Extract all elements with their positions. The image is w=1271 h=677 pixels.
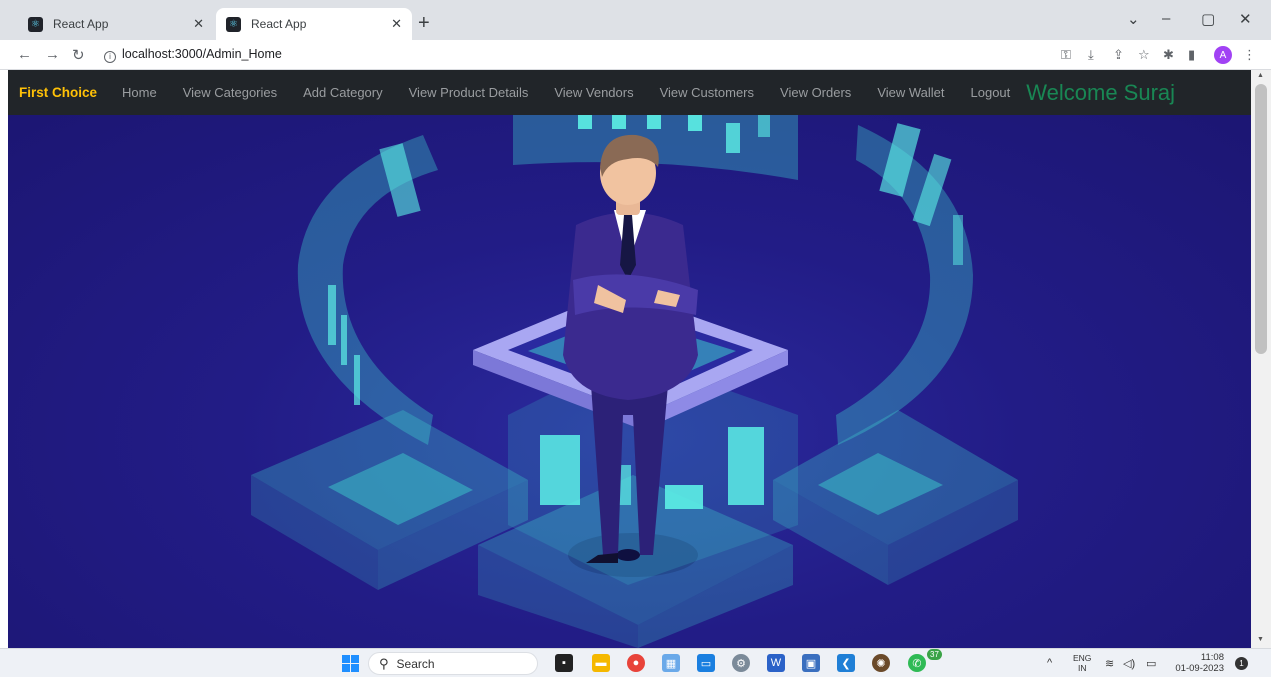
notification-badge[interactable]: 1 [1235,657,1248,670]
nav-view-vendors[interactable]: View Vendors [554,85,633,100]
profile-avatar[interactable]: A [1214,46,1232,64]
file-explorer-icon[interactable]: ▬ [592,654,610,672]
scroll-thumb[interactable] [1255,84,1267,354]
nav-view-orders[interactable]: View Orders [780,85,851,100]
system-clock[interactable]: 11:08 01-09-2023 [1172,652,1224,674]
wifi-icon[interactable]: ≋ [1105,657,1114,670]
nav-view-wallet[interactable]: View Wallet [877,85,944,100]
nav-home[interactable]: Home [122,85,157,100]
hero-banner [8,115,1251,648]
bookmark-star-icon[interactable]: ☆ [1138,47,1150,63]
language-bottom: IN [1077,663,1087,673]
tab-title: React App [251,17,307,31]
chrome-icon[interactable]: ● [627,654,645,672]
browser-toolbar: ← → ↻ i localhost:3000/Admin_Home ⚿ ⤓ ⇪ ☆… [0,40,1271,70]
page-scrollbar[interactable]: ▲ ▼ [1251,70,1271,648]
info-icon[interactable]: i [104,51,116,63]
battery-icon[interactable]: ▭ [1146,657,1156,670]
reload-icon[interactable]: ↻ [72,46,85,64]
tab-title: React App [53,17,109,31]
restore-icon[interactable]: ▢ [1201,10,1215,28]
browser-tab-1[interactable]: ⚛ React App ✕ [18,8,214,40]
browser-tab-2[interactable]: ⚛ React App ✕ [216,8,412,40]
task-view-icon[interactable]: ▪ [555,654,573,672]
vscode-icon[interactable]: ❮ [837,654,855,672]
tab-search-icon[interactable]: ⌄ [1127,10,1140,28]
volume-icon[interactable]: ◁) [1123,657,1135,670]
window-close-icon[interactable]: ✕ [1239,10,1252,28]
remote-desktop-icon[interactable]: ▣ [802,654,820,672]
close-icon[interactable]: ✕ [193,16,204,32]
back-icon[interactable]: ← [17,46,32,63]
side-panel-icon[interactable]: ▮ [1188,47,1195,63]
minimize-icon[interactable]: – [1162,10,1170,27]
extensions-icon[interactable]: ✱ [1163,47,1174,63]
share-icon[interactable]: ⇪ [1113,47,1124,63]
search-placeholder: Search [396,656,435,671]
word-icon[interactable]: W [767,654,785,672]
chevron-up-icon[interactable]: ^ [1047,657,1052,669]
react-favicon-icon: ⚛ [226,16,241,32]
address-input[interactable]: i localhost:3000/Admin_Home [104,47,282,63]
menu-kebab-icon[interactable]: ⋮ [1243,47,1256,63]
clock-time: 11:08 [1200,652,1224,663]
monitor-icon[interactable]: ▭ [697,654,715,672]
react-favicon-icon: ⚛ [28,16,43,32]
language-top: ENG [1073,653,1092,663]
scroll-down-icon[interactable]: ▼ [1257,636,1264,643]
nav-view-categories[interactable]: View Categories [183,85,277,100]
settings-gear-icon[interactable]: ⚙ [732,654,750,672]
nav-logout[interactable]: Logout [971,85,1011,100]
whatsapp-icon[interactable]: ✆ [908,654,926,672]
new-tab-icon[interactable]: + [418,12,430,35]
welcome-message: Welcome Suraj [1026,79,1176,105]
taskbar-search-input[interactable]: ⚲ Search [368,652,538,675]
url-text: localhost:3000/Admin_Home [122,47,282,61]
scroll-up-icon[interactable]: ▲ [1257,72,1264,79]
install-icon[interactable]: ⤓ [1088,47,1094,63]
app-navbar: First Choice Home View Categories Add Ca… [8,70,1251,115]
isometric-businessman-illustration [251,115,1018,648]
forward-icon[interactable]: → [45,46,60,63]
bug-app-icon[interactable]: ✺ [872,654,890,672]
windows-start-icon[interactable] [342,655,359,672]
close-icon[interactable]: ✕ [391,16,402,32]
photos-icon[interactable]: ▦ [662,654,680,672]
key-icon[interactable]: ⚿ [1061,47,1071,63]
language-indicator[interactable]: ENG IN [1073,653,1091,673]
clock-date: 01-09-2023 [1175,663,1224,674]
nav-add-category[interactable]: Add Category [303,85,383,100]
browser-tab-strip: ⚛ React App ✕ ⚛ React App ✕ + ⌄ – ▢ ✕ [0,0,1271,40]
nav-view-product-details[interactable]: View Product Details [409,85,529,100]
whatsapp-badge: 37 [927,649,942,660]
nav-view-customers[interactable]: View Customers [660,85,754,100]
search-icon: ⚲ [379,655,389,671]
brand-logo-text[interactable]: First Choice [19,85,97,100]
windows-taskbar: ⚲ Search ▪ ▬ ● ▦ ▭ ⚙ W ▣ ❮ ✺ ✆ 37 ^ ENG … [0,648,1271,677]
